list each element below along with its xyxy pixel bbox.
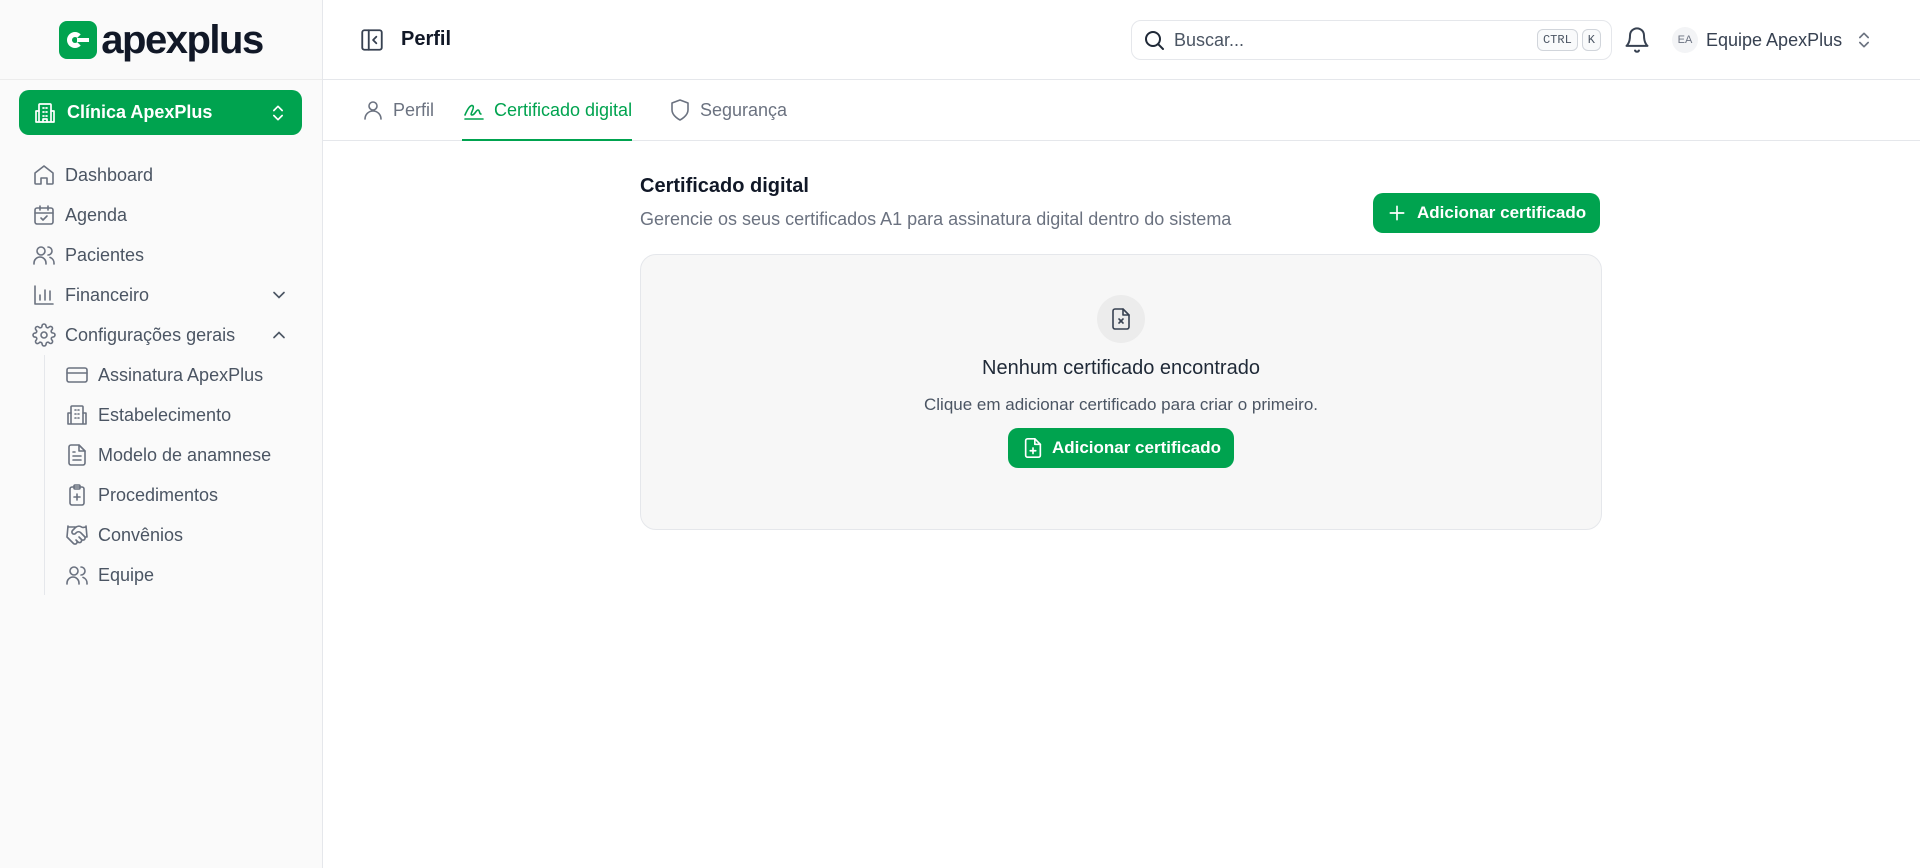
shortcut-key: K [1581,29,1601,51]
gear-icon [32,323,56,347]
topbar: Perfil Buscar... CTRL K EA Equipe ApexPl… [323,0,1920,80]
sidebar-item-label: Modelo de anamnese [98,444,272,465]
add-certificate-label: Adicionar certificado [1417,203,1587,222]
sidebar-item-equipe[interactable]: Equipe [65,555,323,595]
user-icon [364,101,382,120]
sidebar-item-label: Estabelecimento [98,404,232,425]
sidebar-subnav: Assinatura ApexPlus Estabelecimento Mode… [44,355,323,595]
chevron-down-icon [273,291,285,299]
chevron-up-icon [273,331,285,339]
calendar-check-icon [34,205,54,225]
logo[interactable]: apexplus [59,17,264,62]
sidebar-item-label: Financeiro [65,284,150,305]
search-placeholder: Buscar... [1174,29,1245,50]
clinic-selector-button[interactable]: Clínica ApexPlus [19,90,302,135]
search-icon [1145,31,1164,50]
empty-state-card: Nenhum certificado encontrado Clique em … [640,254,1602,530]
logo-area: apexplus [0,0,322,80]
sidebar-item-label: Convênios [98,524,184,545]
sidebar-item-agenda[interactable]: Agenda [0,195,323,235]
team-label: Equipe ApexPlus [1706,29,1843,50]
handshake-icon [66,525,88,545]
chevrons-up-down-icon [273,105,283,120]
bar-chart-icon [34,285,54,305]
sidebar-item-modelo-anamnese[interactable]: Modelo de anamnese [65,435,323,475]
sidebar: apexplus Clínica ApexPlus Dashboard Agen… [0,0,323,868]
sidebar-item-label: Dashboard [65,164,154,185]
sidebar-item-estabelecimento[interactable]: Estabelecimento [65,395,323,435]
sidebar-item-label: Configurações gerais [65,324,236,345]
shield-icon [671,99,689,121]
tab-label: Certificado digital [494,99,633,120]
sidebar-item-financeiro[interactable]: Financeiro [0,275,323,315]
file-plus-icon [1024,438,1042,458]
empty-state-message: Clique em adicionar certificado para cri… [924,395,1318,414]
sidebar-item-procedimentos[interactable]: Procedimentos [65,475,323,515]
empty-state-title: Nenhum certificado encontrado [982,357,1260,379]
plus-icon [1389,205,1405,221]
sidebar-item-label: Procedimentos [98,484,219,505]
file-text-icon [68,444,86,466]
chevrons-up-down-icon [1859,32,1870,48]
building-icon [35,102,55,123]
signature-icon [464,104,484,120]
sidebar-item-label: Agenda [65,204,128,225]
sidebar-item-dashboard[interactable]: Dashboard [0,155,323,195]
main-area: Perfil Buscar... CTRL K EA Equipe ApexPl… [323,0,1920,868]
app: apexplus Clínica ApexPlus Dashboard Agen… [0,0,1920,868]
tab-seguranca[interactable]: Segurança [668,80,787,140]
page-title: Perfil [401,28,452,50]
sidebar-toggle-icon[interactable] [359,27,385,53]
tab-certificado-digital[interactable]: Certificado digital [462,80,633,141]
sidebar-item-label: Equipe [98,564,155,585]
add-certificate-empty-button[interactable]: Adicionar certificado [1007,428,1235,468]
sidebar-item-convenios[interactable]: Convênios [65,515,323,555]
sidebar-item-label: Assinatura ApexPlus [98,364,264,385]
sidebar-item-assinatura[interactable]: Assinatura ApexPlus [65,355,323,395]
empty-state-icon-wrap [1097,295,1145,343]
users-icon [66,566,88,585]
clipboard-plus-icon [69,484,85,506]
clinic-selector-label: Clínica ApexPlus [67,102,213,122]
shortcut-mod: CTRL [1536,29,1578,51]
building-icon [67,405,87,425]
add-certificate-button[interactable]: Adicionar certificado [1373,193,1601,233]
search-input[interactable]: Buscar... CTRL K [1131,20,1612,60]
avatar: EA [1672,27,1698,53]
users-icon [33,246,55,265]
tab-perfil[interactable]: Perfil [361,80,434,140]
team-switcher[interactable]: EA Equipe ApexPlus [1672,20,1874,60]
bell-icon[interactable] [1623,26,1651,54]
file-x-icon [1112,308,1130,330]
sidebar-nav: Dashboard Agenda Pacientes Financeiro Co… [0,155,323,595]
sidebar-item-label: Pacientes [65,244,145,265]
logo-mark-icon [59,20,98,59]
home-icon [34,165,54,185]
sidebar-item-configuracoes-gerais[interactable]: Configurações gerais [0,315,323,355]
brand-name: apexplus [101,17,264,62]
sidebar-item-pacientes[interactable]: Pacientes [0,235,323,275]
tab-label: Perfil [393,99,435,120]
tab-label: Segurança [700,99,788,120]
credit-card-icon [66,367,88,383]
tabs-bar: Perfil Certificado digital Segurança [323,80,1920,141]
add-certificate-empty-label: Adicionar certificado [1051,438,1222,457]
